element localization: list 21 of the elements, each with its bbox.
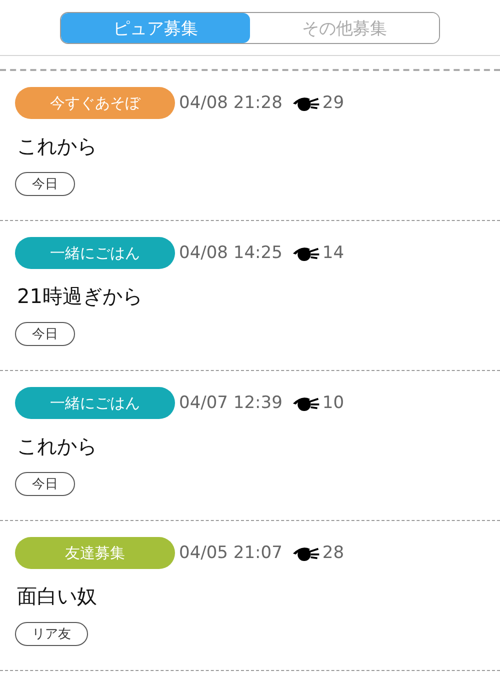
view-count: 28 (322, 543, 344, 563)
category-badge: 一緒にごはん (15, 237, 175, 269)
post-date: 04/07 12:39 (179, 393, 282, 413)
post-title: 面白い奴 (17, 583, 98, 610)
post-tag: 今日 (15, 472, 75, 496)
post-title: 21時過ぎから (17, 283, 144, 310)
category-badge: 一緒にごはん (15, 387, 175, 419)
view-count: 29 (322, 93, 344, 113)
tab[interactable]: ピュア募集 (61, 13, 250, 43)
post-tag: 今日 (15, 172, 75, 196)
view-count: 14 (322, 243, 344, 263)
post-title: これから (17, 133, 98, 160)
category-badge: 今すぐあそぼ (15, 87, 175, 119)
post-tag: リア友 (15, 622, 88, 646)
post-date: 04/08 21:28 (179, 93, 282, 113)
post-date: 04/08 14:25 (179, 243, 282, 263)
post-title: これから (17, 433, 98, 460)
category-badge: 友達募集 (15, 537, 175, 569)
post-date: 04/05 21:07 (179, 543, 282, 563)
view-count: 10 (322, 393, 344, 413)
post-tag: 今日 (15, 322, 75, 346)
